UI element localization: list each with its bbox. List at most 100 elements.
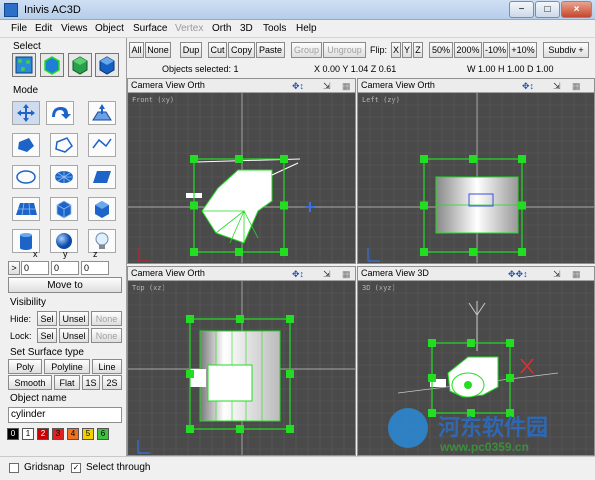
color-swatch[interactable]: 2 (37, 428, 49, 440)
disk-tool-icon[interactable] (50, 165, 78, 189)
selection-handle[interactable] (428, 374, 436, 382)
y-field[interactable]: 0 (51, 261, 79, 275)
color-swatch[interactable]: 6 (97, 428, 109, 440)
select-none-button[interactable]: None (145, 42, 171, 58)
select-object-icon[interactable] (40, 53, 64, 77)
z-field[interactable]: 0 (81, 261, 109, 275)
hide-none-button[interactable]: None (91, 311, 122, 326)
selection-handle[interactable] (190, 201, 198, 210)
view-options-icon[interactable]: ⇲ (323, 268, 331, 281)
polyline-tool-icon[interactable] (50, 133, 78, 157)
selection-handle[interactable] (236, 425, 244, 433)
quad-tool-icon[interactable] (88, 165, 116, 189)
selection-handle[interactable] (506, 374, 514, 382)
selection-handle[interactable] (235, 248, 243, 256)
copy-button[interactable]: Copy (228, 42, 255, 58)
menu-file[interactable]: File (11, 23, 27, 34)
selection-handle[interactable] (420, 201, 428, 210)
select-all-button[interactable]: All (129, 42, 144, 58)
viewport-left-menu[interactable]: Camera View Orth (361, 80, 435, 90)
selection-handle[interactable] (467, 339, 475, 347)
lock-unsel-button[interactable]: Unsel (59, 328, 89, 343)
cut-button[interactable]: Cut (208, 42, 227, 58)
pan-icon[interactable]: ✥↕ (292, 80, 304, 93)
view-options-icon[interactable]: ⇲ (553, 80, 561, 93)
maximize-button[interactable]: □ (535, 1, 560, 18)
hide-unsel-button[interactable]: Unsel (59, 311, 89, 326)
color-swatch[interactable]: 1 (22, 428, 34, 440)
color-swatch[interactable]: 0 (7, 428, 19, 440)
maximize-viewport-icon[interactable]: ▦ (572, 80, 581, 93)
selection-handle[interactable] (280, 155, 288, 163)
cube-tool-icon[interactable] (88, 197, 116, 221)
paste-button[interactable]: Paste (256, 42, 285, 58)
selection-handle[interactable] (428, 409, 436, 417)
surface-poly-button[interactable]: Poly (8, 359, 42, 374)
two-sided-button[interactable]: 2S (102, 375, 122, 390)
selection-handle[interactable] (518, 201, 526, 210)
viewport-top[interactable]: Camera View Orth ✥↕ ⇲ ▦ Top (xz) (127, 266, 356, 456)
selection-handle[interactable] (518, 248, 526, 256)
ungroup-button[interactable]: Ungroup (323, 42, 366, 58)
menu-views[interactable]: Views (61, 23, 88, 34)
menu-orth[interactable]: Orth (212, 23, 231, 34)
menu-edit[interactable]: Edit (35, 23, 52, 34)
pan-icon[interactable]: ✥↕ (292, 268, 304, 281)
selection-handle[interactable] (286, 315, 294, 323)
flat-button[interactable]: Flat (54, 375, 80, 390)
box-tool-icon[interactable] (50, 197, 78, 221)
lock-sel-button[interactable]: Sel (37, 328, 57, 343)
group-button[interactable]: Group (291, 42, 322, 58)
orbit-icon[interactable]: ✥✥↕ (508, 268, 528, 281)
flip-z-button[interactable]: Z (413, 42, 423, 58)
selection-handle[interactable] (190, 248, 198, 256)
one-sided-button[interactable]: 1S (82, 375, 100, 390)
selection-handle[interactable] (518, 155, 526, 163)
surface-polyline-button[interactable]: Polyline (44, 359, 90, 374)
selection-handle[interactable] (420, 248, 428, 256)
select-surface-icon[interactable] (95, 53, 119, 77)
rotate-tool-icon[interactable] (46, 101, 74, 125)
menu-help[interactable]: Help (296, 23, 317, 34)
color-swatch[interactable]: 4 (67, 428, 79, 440)
gridsnap-checkbox[interactable] (9, 463, 19, 473)
object-name-field[interactable]: cylinder (8, 407, 122, 423)
viewport-3d-menu[interactable]: Camera View 3D (361, 268, 429, 278)
x-field[interactable]: 0 (21, 261, 49, 275)
selection-handle[interactable] (506, 339, 514, 347)
ellipse-tool-icon[interactable] (12, 165, 40, 189)
color-swatch[interactable]: 5 (82, 428, 94, 440)
view-options-icon[interactable]: ⇲ (323, 80, 331, 93)
selection-handle[interactable] (190, 155, 198, 163)
selection-handle[interactable] (186, 425, 194, 433)
selection-handle[interactable] (280, 201, 288, 210)
menu-object[interactable]: Object (95, 23, 124, 34)
viewport-top-menu[interactable]: Camera View Orth (131, 268, 205, 278)
select-through-checkbox[interactable]: ✓ (71, 463, 81, 473)
menu-3d[interactable]: 3D (240, 23, 253, 34)
scale-tool-icon[interactable] (88, 101, 116, 125)
move-to-button[interactable]: Move to (8, 277, 122, 293)
select-vertex-icon[interactable] (12, 53, 36, 77)
view-options-icon[interactable]: ⇲ (553, 268, 561, 281)
selection-handle[interactable] (428, 339, 436, 347)
maximize-viewport-icon[interactable]: ▦ (342, 268, 351, 281)
mesh-tool-icon[interactable] (12, 197, 40, 221)
subdivide-button[interactable]: Subdiv + (543, 42, 589, 58)
smooth-button[interactable]: Smooth (8, 375, 52, 390)
flip-x-button[interactable]: X (391, 42, 401, 58)
color-swatch[interactable]: 3 (52, 428, 64, 440)
menu-tools[interactable]: Tools (263, 23, 286, 34)
polygon-tool-icon[interactable] (12, 133, 40, 157)
selection-handle[interactable] (469, 248, 477, 256)
menu-surface[interactable]: Surface (133, 23, 167, 34)
selection-handle[interactable] (286, 425, 294, 433)
zoom-minus-10-button[interactable]: -10% (483, 42, 508, 58)
select-group-icon[interactable] (68, 53, 92, 77)
viewport-front[interactable]: Camera View Orth ✥↕ ⇲ ▦ Front (xy) (127, 78, 356, 264)
pan-icon[interactable]: ✥↕ (522, 80, 534, 93)
selection-handle[interactable] (280, 248, 288, 256)
selection-handle[interactable] (286, 370, 294, 378)
duplicate-button[interactable]: Dup (180, 42, 202, 58)
move-tool-icon[interactable] (12, 101, 40, 125)
